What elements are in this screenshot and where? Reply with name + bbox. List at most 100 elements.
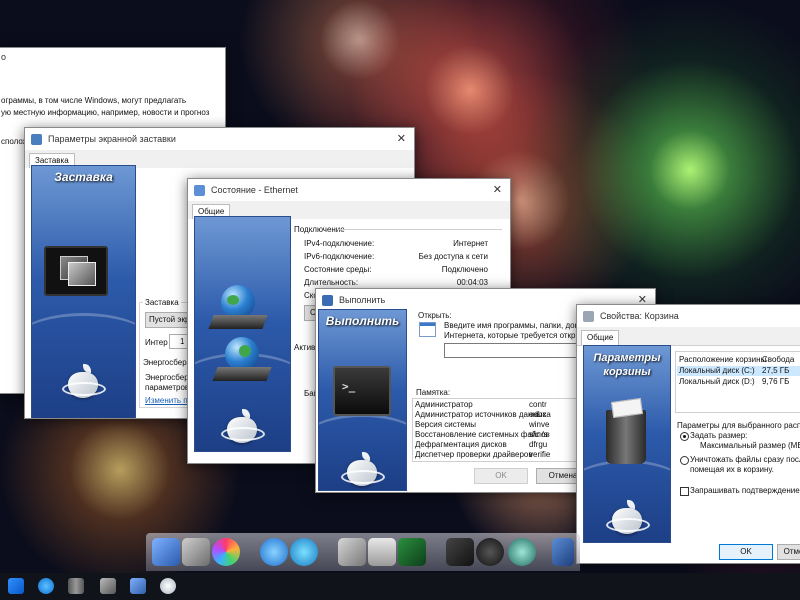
- settings-dock-icon[interactable]: [182, 538, 210, 566]
- run-ok-button[interactable]: OK: [474, 468, 528, 484]
- monitor-icon: [31, 133, 42, 145]
- apple-taskbar-icon[interactable]: [160, 578, 176, 594]
- run-description-1: Введите имя программы, папки, доку: [444, 321, 583, 330]
- memo-cmd-2: odbca: [529, 410, 551, 419]
- apple-logo-icon: [62, 364, 106, 398]
- drive-row-c[interactable]: Локальный диск (C:) 27,5 ГБ: [677, 366, 800, 376]
- drive-name-d: Локальный диск (D:): [679, 377, 755, 386]
- edge-browser-icon[interactable]: [38, 578, 54, 594]
- disk-utility-dock-icon[interactable]: [368, 538, 396, 566]
- apple-logo-icon: [341, 452, 385, 486]
- drive-name-c: Локальный диск (C:): [679, 366, 755, 375]
- network-icon: [194, 184, 205, 196]
- recycle-title: Свойства: Корзина: [600, 311, 679, 321]
- drive-row-d[interactable]: Локальный диск (D:) 9,76 ГБ: [677, 377, 800, 387]
- media-state-value: Подключено: [441, 265, 488, 274]
- ethernet-side-panel: [194, 216, 291, 452]
- screensaver-group-label: Заставка: [143, 298, 181, 307]
- globe-pedestal-2: [212, 367, 272, 381]
- tab-general[interactable]: Общие: [581, 330, 620, 346]
- radio-delete-label-2: помещая их в корзину.: [690, 465, 774, 474]
- terminal-icon: >_: [333, 366, 391, 416]
- run-panel-title: Выполнить: [325, 314, 400, 328]
- radio-delete-immediately[interactable]: [680, 456, 689, 465]
- dashboard-dock-icon[interactable]: [476, 538, 504, 566]
- connection-separator: [338, 229, 502, 230]
- recycle-bin-window: Свойства: Корзина Общие Параметры корзин…: [576, 304, 800, 564]
- memo-cmd-4: sfc /s: [529, 430, 548, 439]
- background-window-text-2: ую местную информацию, например, новости…: [1, 108, 210, 117]
- run-side-panel: Выполнить >_: [318, 309, 407, 491]
- ethernet-titlebar: Состояние - Ethernet: [188, 179, 510, 201]
- recycle-bin-icon: [583, 310, 594, 322]
- drive-list: Расположение корзины Свобода Локальный д…: [675, 351, 800, 413]
- tv-screen-icon: [44, 246, 108, 296]
- radio-delete-label-1: Уничтожать файлы сразу после уд: [690, 455, 800, 464]
- finder-dock-icon[interactable]: [152, 538, 180, 566]
- interval-label: Интер: [145, 338, 168, 347]
- ipv4-label: IPv4-подключение:: [304, 239, 375, 248]
- media-player-dock-icon[interactable]: [290, 538, 318, 566]
- max-size-label: Максимальный размер (МБ):: [700, 441, 800, 450]
- recycle-tabbar: Общие: [577, 327, 800, 346]
- confirm-delete-checkbox[interactable]: [680, 487, 689, 496]
- memo-name-5: Дефрагментация дисков: [415, 440, 507, 449]
- recycle-titlebar: Свойства: Корзина: [577, 305, 800, 327]
- system-prefs-dock-icon[interactable]: [338, 538, 366, 566]
- ipv4-value: Интернет: [453, 239, 488, 248]
- activity-monitor-dock-icon[interactable]: [398, 538, 426, 566]
- ethernet-taskbar-icon[interactable]: [130, 578, 146, 594]
- color-wheel-dock-icon[interactable]: [212, 538, 240, 566]
- screensaver-title: Параметры экранной заставки: [48, 134, 176, 144]
- memo-name-6: Диспетчер проверки драйверов: [415, 450, 533, 459]
- change-power-settings-link[interactable]: Изменить па: [145, 396, 192, 405]
- trash-can-icon: [606, 397, 646, 464]
- memo-label: Памятка:: [416, 388, 451, 397]
- ethernet-title: Состояние - Ethernet: [211, 185, 298, 195]
- recycle-cancel-button[interactable]: Отмена: [777, 544, 800, 560]
- drive-free-d: 9,76 ГБ: [762, 377, 790, 386]
- memo-name-2: Администратор источников данных: [415, 410, 547, 419]
- background-window-title: о: [1, 52, 7, 62]
- recycle-side-panel: Параметры корзины: [583, 345, 671, 543]
- run-description-2: Интернета, которые требуется откры: [444, 331, 582, 340]
- start-windows-icon[interactable]: [8, 578, 24, 594]
- confirm-delete-label: Запрашивать подтверждение на у: [690, 486, 800, 495]
- ethernet-close-icon[interactable]: ✕: [493, 183, 502, 196]
- memo-name-3: Версия системы: [415, 420, 476, 429]
- calculator-dock-icon[interactable]: [446, 538, 474, 566]
- radio-set-size-label: Задать размер:: [690, 431, 748, 440]
- duration-value: 00:04:03: [456, 278, 488, 287]
- recycle-panel-title-1: Параметры: [593, 352, 661, 364]
- screensaver-panel-title: Заставка: [54, 170, 113, 184]
- internet-explorer-dock-icon[interactable]: [260, 538, 288, 566]
- globe-icon-2: [225, 337, 259, 371]
- time-machine-dock-icon[interactable]: [508, 538, 536, 566]
- interval-value: 1: [180, 337, 185, 346]
- activity-label: Актив: [294, 343, 316, 352]
- globe-pedestal-1: [208, 315, 268, 329]
- ipv6-value: Без доступа к сети: [418, 252, 488, 261]
- recycle-panel-title-2: корзины: [603, 366, 651, 378]
- display-taskbar-icon[interactable]: [100, 578, 116, 594]
- memo-cmd-6: verifie: [529, 450, 551, 459]
- memo-cmd-3: winve: [529, 420, 550, 429]
- drive-column-free: Свобода: [762, 355, 795, 364]
- memo-name-1: Администратор: [415, 400, 473, 409]
- monitor-dock-icon[interactable]: [552, 538, 574, 566]
- recycle-bin-taskbar-icon[interactable]: [68, 578, 84, 594]
- drive-column-location: Расположение корзины: [679, 355, 767, 364]
- background-window-titlebar: о: [0, 48, 225, 66]
- duration-label: Длительность:: [304, 278, 359, 287]
- run-title: Выполнить: [339, 295, 386, 305]
- drive-free-c: 27,5 ГБ: [762, 366, 790, 375]
- open-label: Открыть:: [418, 311, 452, 320]
- selected-location-params-label: Параметры для выбранного располо: [677, 421, 800, 430]
- recycle-ok-button[interactable]: OK: [719, 544, 773, 560]
- screensaver-side-panel: Заставка: [31, 165, 136, 418]
- run-app-icon: [419, 322, 436, 337]
- energy-label: Энергосбере: [143, 358, 192, 367]
- radio-set-size[interactable]: [680, 432, 689, 441]
- memo-cmd-1: contr: [529, 400, 547, 409]
- screensaver-close-icon[interactable]: ✕: [397, 132, 406, 145]
